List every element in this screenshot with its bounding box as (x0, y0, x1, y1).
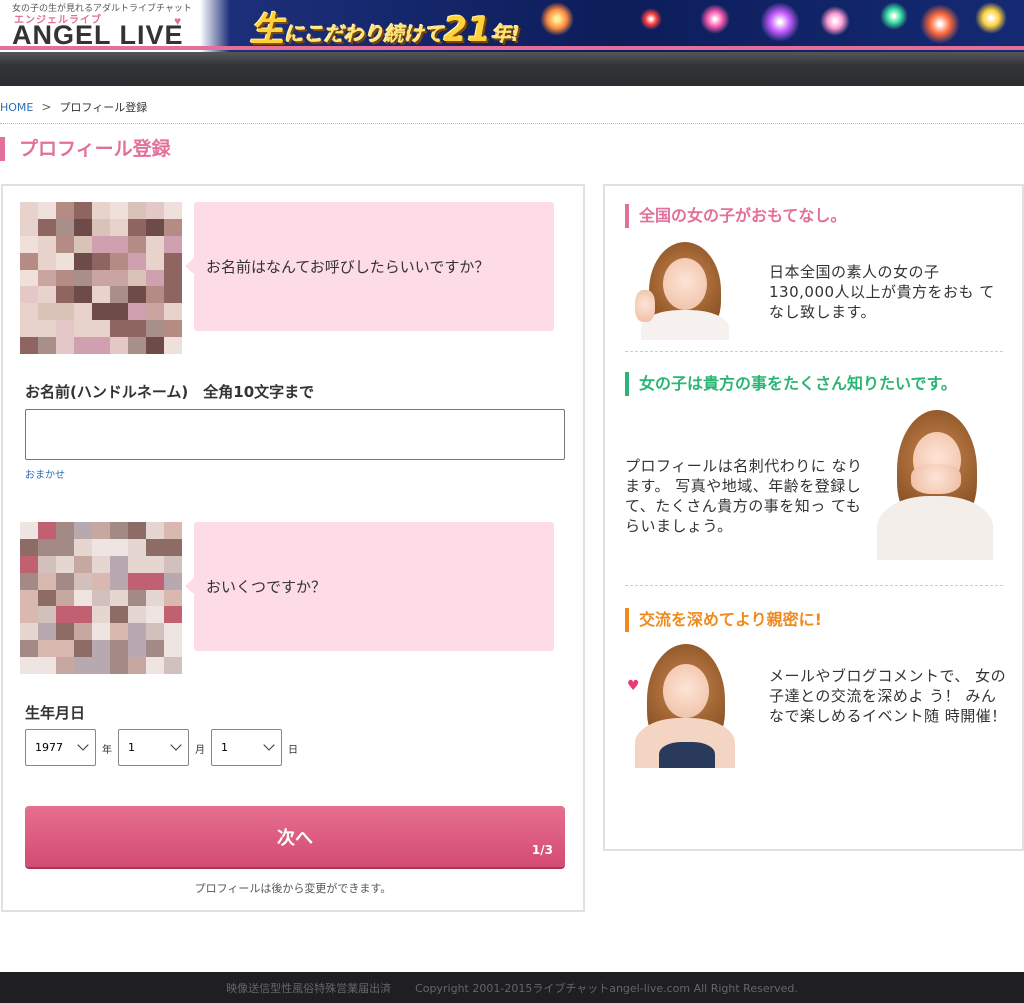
month-unit: 月 (195, 745, 205, 756)
banner-end: 年! (490, 22, 521, 46)
girl-avatar-mosaic (20, 202, 182, 354)
section-text-profile: プロフィールは名刺代わりに なります。 写真や地域、年齢を登録し て、たくさん貴… (625, 457, 863, 535)
footer-copyright: Copyright 2001-2015ライブチャットangel-live.com… (415, 981, 798, 995)
birth-month-value: 1 (128, 741, 135, 754)
name-field-label: お名前(ハンドルネーム) 全角10文字まで (25, 383, 315, 401)
next-button[interactable]: 次へ 1/3 (25, 806, 565, 867)
footer-license: 映像送信型性風俗特殊営業届出済 (226, 981, 392, 995)
divider (625, 351, 1003, 352)
step-indicator: 1/3 (531, 843, 553, 857)
heart-icon: ♥ (174, 14, 183, 28)
girl-avatar-mosaic (20, 522, 182, 674)
firework-decoration (640, 8, 662, 30)
banner-mid: にこだわり続けて (284, 22, 444, 46)
header-pink-line (0, 46, 1024, 50)
birth-day-select[interactable]: 1 (211, 729, 282, 766)
speech-bubble-name: お名前はなんてお呼びしたらいいですか？ (185, 202, 554, 331)
profile-note: プロフィールは後から変更ができます。 (194, 882, 392, 895)
birth-day-value: 1 (221, 741, 228, 754)
banner-number: 21 (443, 10, 491, 50)
site-header: 女の子の生が見れるアダルトライブチャット エンジェルライブ ANGEL LIVE… (0, 0, 1024, 52)
divider (625, 585, 1003, 586)
banner-big: 生 (250, 10, 284, 50)
anniversary-banner: 生にこだわり続けて21年! (250, 2, 520, 51)
nav-bar (0, 52, 1024, 86)
breadcrumb-home-link[interactable]: HOME (0, 101, 33, 114)
firework-decoration (975, 2, 1007, 34)
section-text-nationwide: 日本全国の素人の女の子 130,000人以上が貴方をおも てなし致します。 (769, 263, 995, 321)
heart-icon: ♥ (627, 678, 640, 694)
birth-year-select[interactable]: 1977 (25, 729, 96, 766)
question-name: お名前はなんてお呼びしたらいいですか？ (206, 258, 490, 276)
girl-photo (631, 240, 739, 340)
feature-sidebar: 全国の女の子がおもてなし。 日本全国の素人の女の子 130,000人以上が貴方を… (603, 184, 1024, 851)
speech-bubble-age: おいくつですか？ (185, 522, 554, 651)
divider (0, 123, 1024, 124)
auto-name-link[interactable]: おまかせ (25, 466, 65, 481)
birth-year-value: 1977 (35, 741, 63, 754)
chevron-down-icon (263, 739, 275, 751)
section-title-nationwide: 全国の女の子がおもてなし。 (625, 204, 846, 228)
girl-photo (873, 406, 997, 560)
site-footer: 映像送信型性風俗特殊営業届出済 Copyright 2001-2015ライブチャ… (0, 972, 1024, 1003)
next-button-label: 次へ (277, 827, 313, 849)
firework-decoration (880, 2, 908, 30)
page-title: プロフィール登録 (0, 137, 171, 161)
question-age: おいくつですか？ (206, 578, 327, 596)
birthday-label: 生年月日 (25, 704, 86, 722)
firework-decoration (700, 4, 730, 34)
day-unit: 日 (288, 745, 298, 756)
firework-decoration (540, 2, 574, 36)
year-unit: 年 (102, 745, 112, 756)
handle-name-input[interactable] (25, 409, 565, 460)
section-title-profile: 女の子は貴方の事をたくさん知りたいです。 (625, 372, 995, 396)
section-text-interaction: メールやブログコメントで、 女の子達との交流を深めよ う！ みんなで楽しめるイベ… (769, 667, 1007, 725)
chevron-right-icon: > (41, 100, 52, 114)
firework-decoration (760, 2, 800, 42)
birth-month-select[interactable]: 1 (118, 729, 189, 766)
profile-form-panel: お名前はなんてお呼びしたらいいですか？ お名前(ハンドルネーム) 全角10文字ま… (1, 184, 585, 912)
firework-decoration (920, 4, 960, 44)
girl-photo: ♥ (619, 642, 743, 768)
chevron-down-icon (170, 739, 182, 751)
firework-decoration (820, 6, 850, 36)
breadcrumb: HOME > プロフィール登録 (0, 99, 147, 115)
chevron-down-icon (77, 739, 89, 751)
section-title-interaction: 交流を深めてより親密に! (625, 608, 822, 632)
breadcrumb-current: プロフィール登録 (59, 101, 148, 114)
